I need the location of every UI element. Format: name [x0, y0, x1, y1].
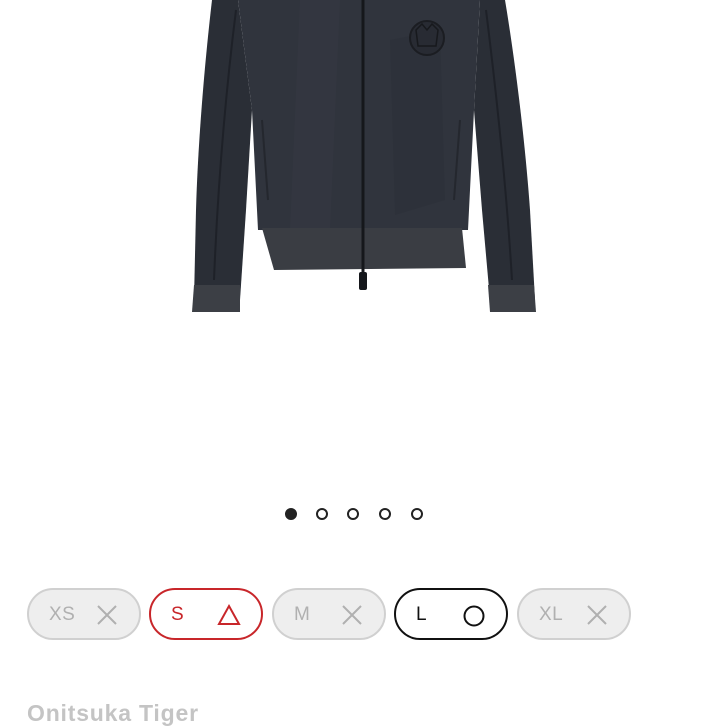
triangle-icon: [217, 603, 241, 625]
brand-name[interactable]: Onitsuka Tiger: [27, 700, 199, 727]
size-option-s[interactable]: S: [149, 588, 263, 640]
size-label: XS: [49, 604, 76, 625]
size-option-m[interactable]: M: [272, 588, 386, 640]
circle-icon: [463, 605, 485, 627]
x-icon: [587, 605, 607, 625]
size-selector: XS S M L XL: [0, 588, 726, 642]
carousel-dot-5[interactable]: [411, 508, 423, 520]
size-label: S: [171, 604, 185, 625]
x-icon: [97, 605, 117, 625]
x-icon: [342, 605, 362, 625]
carousel-pagination: [0, 508, 726, 524]
jacket-photo: [192, 0, 536, 312]
size-option-l[interactable]: L: [394, 588, 508, 640]
carousel-dot-4[interactable]: [379, 508, 391, 520]
size-label: L: [416, 604, 428, 625]
carousel-dot-2[interactable]: [316, 508, 328, 520]
carousel-dot-1[interactable]: [285, 508, 297, 520]
size-label: M: [294, 604, 311, 625]
product-image[interactable]: [0, 0, 726, 480]
size-option-xl[interactable]: XL: [517, 588, 631, 640]
size-label: XL: [539, 604, 564, 625]
size-option-xs[interactable]: XS: [27, 588, 141, 640]
carousel-dot-3[interactable]: [347, 508, 359, 520]
